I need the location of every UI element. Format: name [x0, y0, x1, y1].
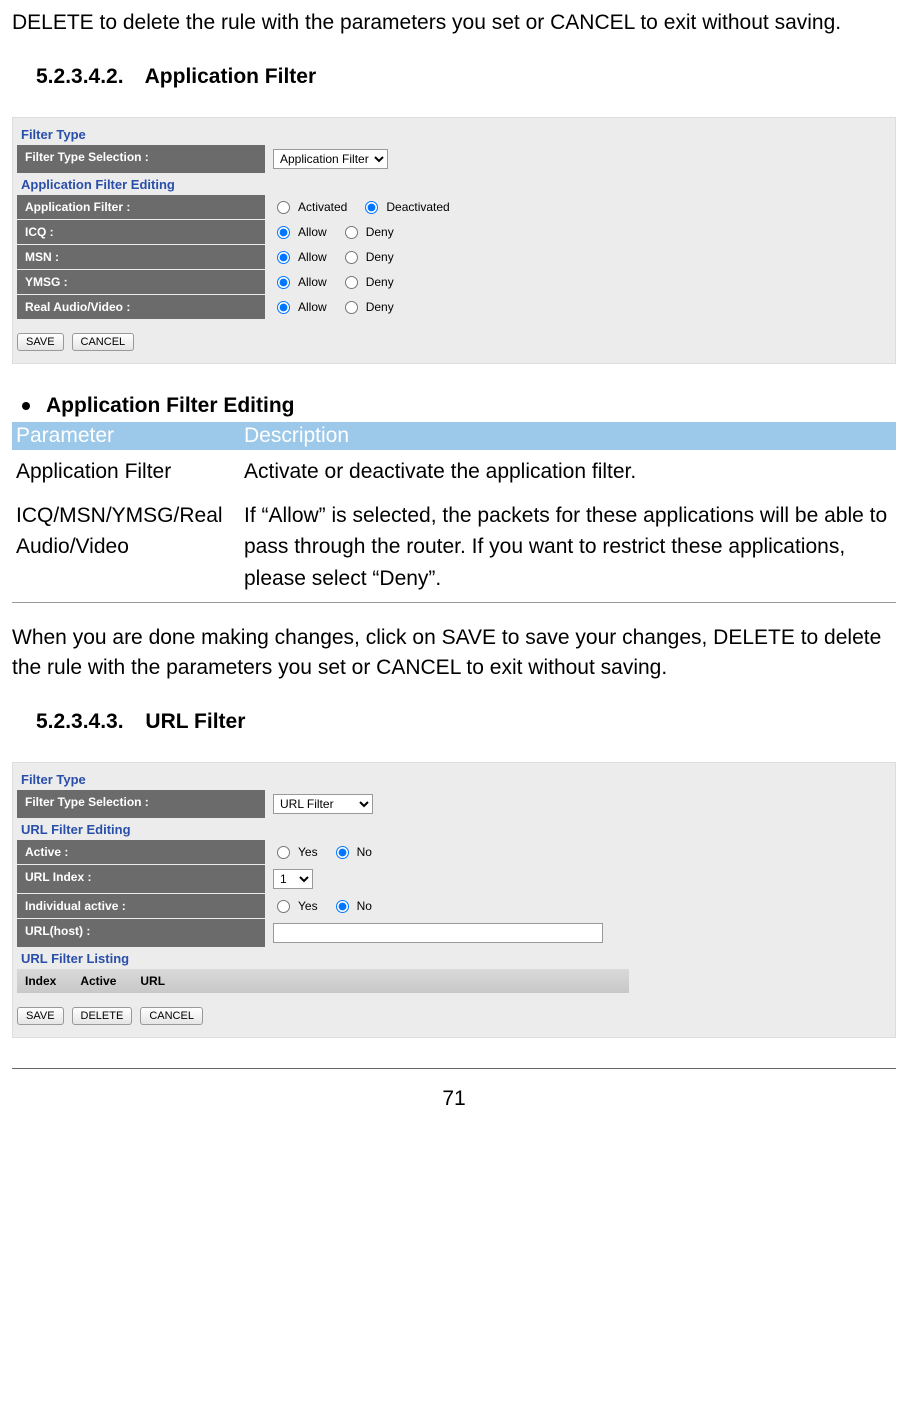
intro-paragraph: DELETE to delete the rule with the param…: [12, 8, 896, 37]
icq-allow-label: Allow: [298, 225, 327, 239]
param-icq-msn: ICQ/MSN/YMSG/Real Audio/Video: [12, 494, 240, 603]
parameter-column-header: Parameter: [12, 422, 240, 450]
cancel-button[interactable]: CANCEL: [72, 333, 135, 351]
url-filter-listing-header: URL Filter Listing: [17, 948, 891, 969]
url-filter-panel: Filter Type Filter Type Selection : URL …: [12, 762, 896, 1038]
section-heading-url-filter: 5.2.3.4.3. URL Filter: [36, 710, 896, 734]
ymsg-label: YMSG :: [17, 270, 265, 294]
app-filter-editing-section-header: Application Filter Editing: [17, 174, 891, 195]
icq-allow-radio[interactable]: [277, 226, 290, 239]
section-heading-app-filter: 5.2.3.4.2. Application Filter: [36, 65, 896, 89]
active-yes-radio[interactable]: [277, 846, 290, 859]
msn-allow-radio[interactable]: [277, 251, 290, 264]
filter-type-select[interactable]: Application Filter: [273, 149, 388, 169]
save-delete-cancel-paragraph: When you are done making changes, click …: [12, 623, 896, 682]
ymsg-deny-radio[interactable]: [345, 276, 358, 289]
deactivated-radio[interactable]: [365, 201, 378, 214]
url-index-label: URL Index :: [17, 865, 265, 893]
icq-label: ICQ :: [17, 220, 265, 244]
individual-active-yes-radio[interactable]: [277, 900, 290, 913]
application-filter-label: Application Filter :: [17, 195, 265, 219]
section-title: Application Filter: [145, 65, 317, 88]
bullet-icon: [22, 402, 30, 410]
individual-active-label: Individual active :: [17, 894, 265, 918]
msn-deny-radio[interactable]: [345, 251, 358, 264]
individual-active-no-label: No: [357, 899, 372, 913]
url-filter-type-selection-label: Filter Type Selection :: [17, 790, 265, 818]
individual-active-no-radio[interactable]: [336, 900, 349, 913]
deactivated-label: Deactivated: [386, 200, 449, 214]
msn-allow-label: Allow: [298, 250, 327, 264]
msn-label: MSN :: [17, 245, 265, 269]
ymsg-allow-radio[interactable]: [277, 276, 290, 289]
rav-allow-radio[interactable]: [277, 301, 290, 314]
icq-deny-label: Deny: [366, 225, 394, 239]
application-filter-panel: Filter Type Filter Type Selection : Appl…: [12, 117, 896, 364]
msn-deny-label: Deny: [366, 250, 394, 264]
icq-deny-radio[interactable]: [345, 226, 358, 239]
activated-label: Activated: [298, 200, 347, 214]
rav-allow-label: Allow: [298, 300, 327, 314]
url-column: URL: [140, 974, 165, 988]
activated-radio[interactable]: [277, 201, 290, 214]
listing-column-headers: Index Active URL: [17, 969, 629, 993]
url-save-button[interactable]: SAVE: [17, 1007, 64, 1025]
active-no-radio[interactable]: [336, 846, 349, 859]
url-filter-type-select[interactable]: URL Filter: [273, 794, 373, 814]
param-app-filter: Application Filter: [12, 450, 240, 494]
active-no-label: No: [357, 845, 372, 859]
filter-type-section-header: Filter Type: [17, 124, 891, 145]
url-filter-editing-header: URL Filter Editing: [17, 819, 891, 840]
ymsg-deny-label: Deny: [366, 275, 394, 289]
rav-deny-radio[interactable]: [345, 301, 358, 314]
active-column: Active: [80, 974, 116, 988]
desc-app-filter: Activate or deactivate the application f…: [240, 450, 896, 494]
url-host-label: URL(host) :: [17, 919, 265, 947]
page-number: 71: [12, 1068, 896, 1111]
url-index-select[interactable]: 1: [273, 869, 313, 889]
rav-deny-label: Deny: [366, 300, 394, 314]
section-title-url: URL Filter: [145, 710, 245, 733]
active-yes-label: Yes: [298, 845, 318, 859]
section-number: 5.2.3.4.2.: [36, 65, 124, 88]
index-column: Index: [25, 974, 56, 988]
individual-active-yes-label: Yes: [298, 899, 318, 913]
ymsg-allow-label: Allow: [298, 275, 327, 289]
parameter-description-table: Parameter Description Application Filter…: [12, 422, 896, 603]
url-cancel-button[interactable]: CANCEL: [140, 1007, 203, 1025]
url-host-input[interactable]: [273, 923, 603, 943]
url-delete-button[interactable]: DELETE: [72, 1007, 133, 1025]
description-column-header: Description: [240, 422, 896, 450]
filter-type-selection-label: Filter Type Selection :: [17, 145, 265, 173]
desc-icq-msn: If “Allow” is selected, the packets for …: [240, 494, 896, 603]
app-filter-editing-heading: Application Filter Editing: [46, 394, 295, 418]
url-filter-type-header: Filter Type: [17, 769, 891, 790]
active-label: Active :: [17, 840, 265, 864]
section-number-url: 5.2.3.4.3.: [36, 710, 124, 733]
real-av-label: Real Audio/Video :: [17, 295, 265, 319]
save-button[interactable]: SAVE: [17, 333, 64, 351]
